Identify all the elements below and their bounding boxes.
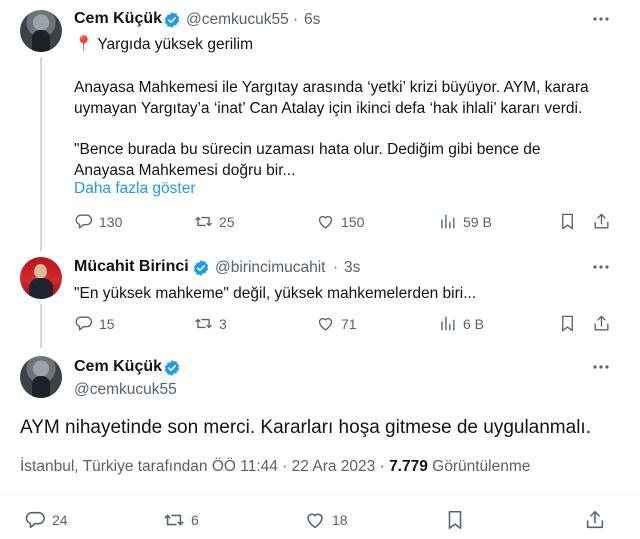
like-button[interactable]: 18 xyxy=(304,509,348,531)
reply-button[interactable]: 130 xyxy=(74,212,122,231)
tweet-title-text: Yargıda yüksek gerilim xyxy=(97,36,253,53)
views-chart-icon xyxy=(441,214,455,229)
thread-line xyxy=(40,57,42,251)
bookmark-icon xyxy=(562,315,573,332)
reply-button[interactable]: 24 xyxy=(24,509,68,531)
reply-icon xyxy=(75,316,93,331)
pin-icon: 📍 xyxy=(74,36,94,53)
heart-icon xyxy=(307,513,323,529)
bookmark-icon xyxy=(448,510,462,530)
heart-icon xyxy=(318,215,333,229)
retweet-button[interactable]: 6 xyxy=(163,509,199,531)
reply-icon xyxy=(25,511,45,529)
separator-dot: · xyxy=(333,259,339,276)
reply-button[interactable]: 15 xyxy=(74,314,115,333)
reply-count: 130 xyxy=(99,213,123,230)
like-button[interactable]: 71 xyxy=(316,314,357,333)
verified-badge-icon xyxy=(164,12,180,28)
avatar[interactable] xyxy=(20,10,62,52)
views-chart-icon xyxy=(441,316,455,331)
more-options-icon[interactable] xyxy=(592,258,610,276)
author-handle[interactable]: @cemkucuk55 xyxy=(186,11,289,29)
tweet-time[interactable]: 3s xyxy=(344,259,360,277)
reply-icon xyxy=(75,214,93,229)
retweet-icon xyxy=(164,514,184,526)
share-icon xyxy=(586,510,604,529)
heart-icon xyxy=(318,317,333,331)
views-button[interactable]: 6 B xyxy=(438,314,484,333)
show-more-link[interactable]: Daha fazla göster xyxy=(74,180,196,198)
like-count: 18 xyxy=(332,512,348,528)
avatar[interactable] xyxy=(20,356,62,398)
thread-line xyxy=(40,304,42,348)
tweet-body-line: Anayasa Mahkemesi doğru bir... xyxy=(74,162,296,179)
tweet-body: "En yüksek mahkeme" değil, yüksek mahkem… xyxy=(74,285,477,302)
views-count: 59 B xyxy=(463,213,492,230)
like-count: 150 xyxy=(341,213,365,230)
reply-count: 15 xyxy=(99,315,115,332)
share-button[interactable] xyxy=(592,314,611,333)
retweet-count: 6 xyxy=(191,512,199,528)
views-button[interactable]: 59 B xyxy=(438,212,492,231)
like-button[interactable]: 150 xyxy=(316,212,364,231)
author-name[interactable]: Cem Küçük xyxy=(74,10,162,28)
tweet-body-line: Anayasa Mahkemesi ile Yargıtay arasında … xyxy=(74,79,589,96)
verified-badge-icon xyxy=(193,260,209,276)
retweet-button[interactable]: 25 xyxy=(194,212,235,231)
author-name[interactable]: Cem Küçük xyxy=(74,358,162,376)
retweet-button[interactable]: 3 xyxy=(194,314,227,333)
tweet-body-line: uymayan Yargıtay’a ‘inat’ Can Atalay içi… xyxy=(74,100,583,117)
reply-count: 24 xyxy=(52,512,68,528)
author-name[interactable]: Mücahit Birinci xyxy=(74,258,189,276)
main-tweet-text: AYM nihayetinde son merci. Kararları hoş… xyxy=(20,417,591,438)
views-label: Görüntülenme xyxy=(432,458,531,475)
tweet-meta: İstanbul, Türkiye tarafından ÖÖ 11:44 · … xyxy=(20,458,530,476)
separator-dot: · xyxy=(293,11,299,28)
retweet-count: 25 xyxy=(219,213,235,230)
tweet-time[interactable]: 6s xyxy=(304,11,320,29)
avatar[interactable] xyxy=(20,257,62,299)
bookmark-button[interactable] xyxy=(558,314,577,333)
more-options-icon[interactable] xyxy=(592,358,610,376)
more-options-icon[interactable] xyxy=(592,10,610,28)
like-count: 71 xyxy=(341,315,357,332)
divider xyxy=(0,494,640,495)
retweet-icon xyxy=(195,216,212,227)
tweet-title: 📍 Yargıda yüksek gerilim xyxy=(74,34,253,55)
share-button[interactable] xyxy=(592,212,611,231)
share-icon xyxy=(594,315,609,331)
bookmark-button[interactable] xyxy=(558,212,577,231)
location-time[interactable]: İstanbul, Türkiye tarafından ÖÖ 11:44 · … xyxy=(20,458,385,475)
retweet-icon xyxy=(195,318,212,329)
author-handle[interactable]: @cemkucuk55 xyxy=(74,381,177,399)
bookmark-icon xyxy=(562,213,573,230)
share-button[interactable] xyxy=(584,509,606,531)
share-icon xyxy=(594,213,609,229)
retweet-count: 3 xyxy=(219,315,227,332)
views-count: 6 B xyxy=(463,315,485,332)
verified-badge-icon xyxy=(164,360,180,376)
tweet-body-line: "Bence burada bu sürecin uzaması hata ol… xyxy=(74,141,541,158)
author-handle[interactable]: @birincimucahit xyxy=(215,259,326,277)
bookmark-button[interactable] xyxy=(444,509,466,531)
views-count: 7.779 xyxy=(389,458,428,475)
